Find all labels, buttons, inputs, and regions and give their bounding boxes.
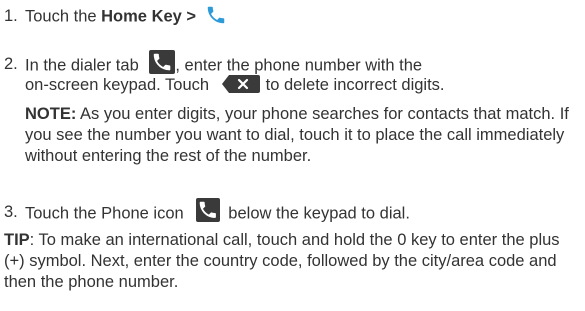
- tip-label: TIP: [4, 231, 30, 249]
- note-label: NOTE:: [25, 105, 77, 123]
- step-2-line1-a: In the dialer tab: [25, 56, 139, 75]
- delete-icon: [221, 74, 260, 93]
- step-1-text: Touch the: [25, 7, 102, 26]
- step-2-line2-a: on-screen keypad. Touch: [25, 76, 210, 94]
- step-3-number: 3.: [4, 203, 18, 221]
- note-text: As you enter digits, your phone searches…: [25, 105, 569, 165]
- dialer-tab-icon: [149, 50, 176, 74]
- tip: TIP: To make an international call, touc…: [4, 230, 582, 293]
- note: NOTE: As you enter digits, your phone se…: [25, 104, 581, 167]
- tip-text: : To make an international call, touch a…: [4, 231, 560, 291]
- step-2-line1-b: , enter the phone number with the: [175, 56, 423, 75]
- phone-icon: [205, 4, 227, 26]
- phone-icon: [196, 198, 221, 222]
- step-1-number: 1.: [4, 7, 18, 25]
- instructions-page: 1. Touch the Home Key > 2. In the dialer…: [0, 0, 585, 311]
- home-key-label: Home Key >: [101, 7, 197, 26]
- step-2-number: 2.: [4, 55, 18, 73]
- step-2-line2-b: to delete incorrect digits.: [265, 76, 445, 94]
- step-3-text-a: Touch the Phone icon: [25, 204, 184, 223]
- step-3-text-b: below the keypad to dial.: [228, 204, 410, 223]
